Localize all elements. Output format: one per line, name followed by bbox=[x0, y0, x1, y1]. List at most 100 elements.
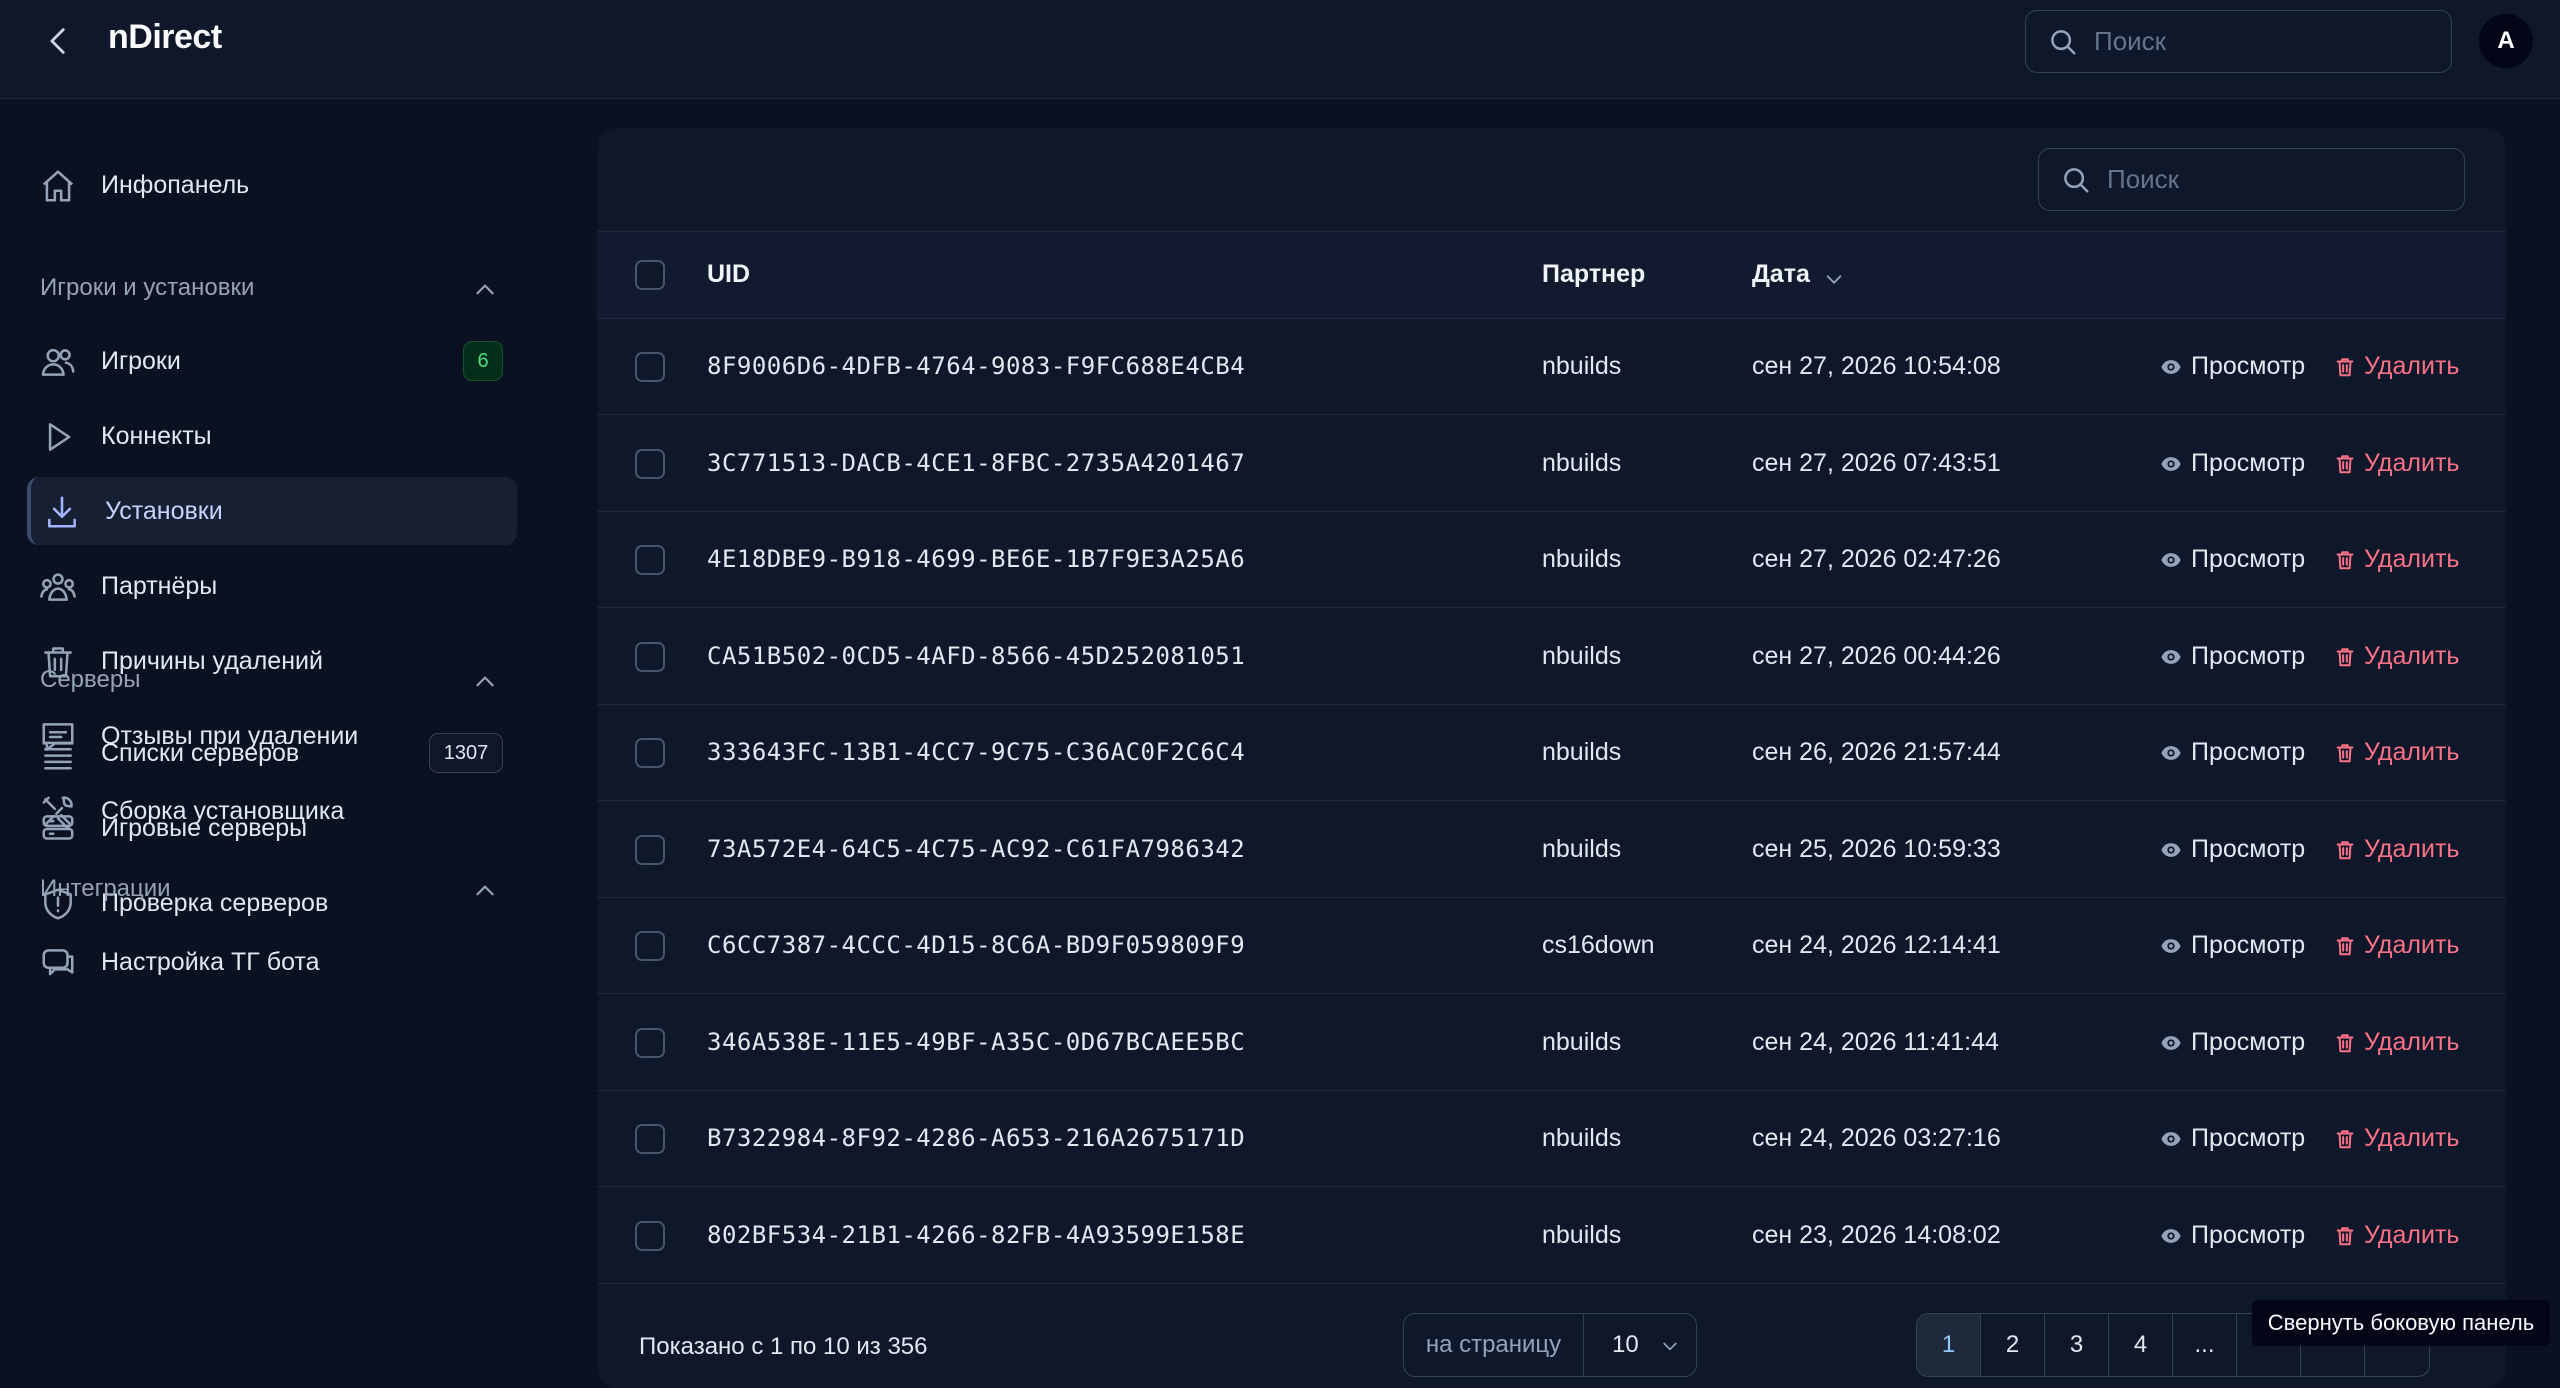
server-icon bbox=[42, 815, 74, 840]
header-search-placeholder: Поиск bbox=[2094, 26, 2167, 56]
table-row: 3C771513-DACB-4CE1-8FBC-2735A4201467 nbui… bbox=[597, 416, 2506, 512]
count-badge: 6 bbox=[463, 341, 503, 381]
delete-button-label: Удалить bbox=[2364, 641, 2460, 670]
cell-partner: nbuilds bbox=[1542, 352, 1622, 380]
row-checkbox[interactable] bbox=[635, 641, 665, 672]
column-header-uid[interactable]: UID bbox=[707, 260, 750, 289]
trash-icon bbox=[2336, 647, 2354, 666]
eye-icon bbox=[2161, 553, 2181, 567]
cell-date: сен 27, 2026 07:43:51 bbox=[1752, 448, 2001, 477]
row-checkbox[interactable] bbox=[635, 352, 665, 382]
trash-icon bbox=[2336, 744, 2354, 763]
view-button-label: Просмотр bbox=[2191, 738, 2306, 766]
collapse-sidebar-tooltip: Свернуть боковую панель bbox=[2252, 1300, 2550, 1346]
delete-button-label: Удалить bbox=[2364, 1124, 2460, 1152]
per-page-value: 10 bbox=[1612, 1331, 1639, 1358]
delete-button-label: Удалить bbox=[2364, 738, 2460, 766]
top-bar: nDirect Поиск A bbox=[0, 0, 2560, 99]
chevron-left-icon[interactable] bbox=[42, 24, 76, 58]
table-row: 333643FC-13B1-4CC7-9C75-C36AC0F2C6C4 nbui… bbox=[597, 705, 2506, 801]
header-search-input[interactable]: Поиск bbox=[2025, 10, 2452, 73]
row-checkbox[interactable] bbox=[635, 738, 665, 768]
chevron-down-icon bbox=[1663, 1342, 1677, 1351]
sidebar-section-title: Серверы bbox=[40, 666, 141, 693]
chevron-down-icon[interactable] bbox=[1823, 268, 1845, 290]
sidebar-item-label: Списки серверов bbox=[101, 739, 300, 767]
pagination-summary: Показано с 1 по 10 из 356 bbox=[639, 1333, 928, 1360]
table-row: 73A572E4-64C5-4C75-AC92-C61FA7986342 nbui… bbox=[597, 802, 2506, 898]
avatar[interactable]: A bbox=[2479, 14, 2533, 68]
view-button-label: Просмотр bbox=[2191, 352, 2306, 380]
table-row: B7322984-8F92-4286-A653-216A2675171D nbui… bbox=[597, 1091, 2506, 1187]
row-checkbox[interactable] bbox=[635, 545, 665, 575]
table-row: CA51B502-0CD5-4AFD-8566-45D252081051 nbui… bbox=[597, 609, 2506, 705]
eye-icon bbox=[2161, 939, 2181, 953]
cell-uid: 3C771513-DACB-4CE1-8FBC-2735A4201467 bbox=[707, 448, 1246, 477]
row-checkbox[interactable] bbox=[635, 1027, 665, 1058]
cell-date: сен 27, 2026 10:54:08 bbox=[1752, 352, 2001, 380]
page-button[interactable]: ... bbox=[2173, 1314, 2237, 1376]
delete-button-label: Удалить bbox=[2364, 1027, 2460, 1056]
row-checkbox[interactable] bbox=[635, 448, 665, 479]
select-all-checkbox[interactable] bbox=[635, 260, 665, 290]
eye-icon bbox=[2161, 842, 2181, 857]
cell-date: сен 24, 2026 03:27:16 bbox=[1752, 1124, 2001, 1152]
sidebar-item-0-2[interactable]: Установки bbox=[27, 477, 517, 545]
trash-icon bbox=[2336, 358, 2354, 377]
table-row: C6CC7387-4CCC-4D15-8C6A-BD9F059809F9 cs16… bbox=[597, 898, 2506, 994]
home-icon bbox=[42, 170, 74, 202]
sidebar-item-label: Партнёры bbox=[101, 572, 218, 600]
per-page-select[interactable]: на страницу 10 bbox=[1403, 1313, 1697, 1377]
sidebar-item-0-3[interactable]: Партнёры bbox=[27, 552, 517, 620]
sidebar: Инфопанель Игроки и установки Игроки 6 Конн… bbox=[0, 99, 540, 1376]
chevron-up-icon[interactable] bbox=[472, 878, 498, 904]
eye-icon bbox=[2161, 360, 2181, 374]
cell-uid: 8F9006D6-4DFB-4764-9083-F9FC688E4CB4 bbox=[707, 352, 1246, 380]
view-button-label: Просмотр bbox=[2191, 448, 2306, 477]
cell-partner: nbuilds bbox=[1542, 1220, 1622, 1249]
sidebar-item-1-0[interactable]: Списки серверов 1307 bbox=[27, 719, 517, 787]
page-button[interactable]: 3 bbox=[2045, 1314, 2109, 1376]
table-row: 346A538E-11E5-49BF-A35C-0D67BCAEE5BC nbui… bbox=[597, 995, 2506, 1091]
chevron-up-icon[interactable] bbox=[472, 277, 498, 303]
cell-date: сен 24, 2026 11:41:44 bbox=[1752, 1027, 1999, 1056]
cell-date: сен 25, 2026 10:59:33 bbox=[1752, 834, 2001, 863]
sidebar-item-2-0[interactable]: Настройка ТГ бота bbox=[27, 928, 517, 996]
play-icon bbox=[48, 423, 71, 451]
sidebar-item-0-0[interactable]: Игроки 6 bbox=[27, 327, 517, 395]
table-search-input[interactable]: Поиск bbox=[2038, 148, 2465, 211]
partners-icon bbox=[40, 573, 76, 601]
row-checkbox[interactable] bbox=[635, 1220, 665, 1251]
eye-icon bbox=[2161, 1132, 2181, 1146]
cell-date: сен 26, 2026 21:57:44 bbox=[1752, 738, 2001, 766]
page-button[interactable]: 2 bbox=[1981, 1314, 2045, 1376]
row-checkbox[interactable] bbox=[635, 1124, 665, 1154]
sidebar-item-dashboard[interactable]: Инфопанель bbox=[27, 151, 517, 219]
delete-button-label: Удалить bbox=[2364, 545, 2460, 573]
row-checkbox[interactable] bbox=[635, 834, 665, 865]
view-button-label: Просмотр bbox=[2191, 931, 2306, 959]
page-button[interactable]: 4 bbox=[2109, 1314, 2173, 1376]
row-checkbox[interactable] bbox=[635, 931, 665, 961]
cell-uid: C6CC7387-4CCC-4D15-8C6A-BD9F059809F9 bbox=[707, 931, 1246, 959]
cell-date: сен 24, 2026 12:14:41 bbox=[1752, 931, 2001, 959]
chevron-up-icon[interactable] bbox=[472, 669, 498, 695]
download-icon bbox=[48, 496, 76, 528]
cell-uid: 4E18DBE9-B918-4699-BE6E-1B7F9E3A25A6 bbox=[707, 545, 1246, 573]
trash-icon bbox=[2336, 551, 2354, 570]
sidebar-item-label: Игровые серверы bbox=[101, 814, 308, 842]
sidebar-item-0-1[interactable]: Коннекты bbox=[27, 402, 517, 470]
trash-icon bbox=[2336, 1130, 2354, 1149]
sidebar-item-1-1[interactable]: Игровые серверы bbox=[27, 794, 517, 862]
delete-button-label: Удалить bbox=[2364, 448, 2460, 477]
column-header-date[interactable]: Дата bbox=[1752, 260, 1810, 289]
sidebar-section-title: Интеграции bbox=[40, 875, 171, 902]
cell-uid: 73A572E4-64C5-4C75-AC92-C61FA7986342 bbox=[707, 834, 1246, 863]
eye-icon bbox=[2161, 746, 2181, 760]
column-header-partner[interactable]: Партнер bbox=[1542, 260, 1645, 289]
cell-uid: 346A538E-11E5-49BF-A35C-0D67BCAEE5BC bbox=[707, 1027, 1246, 1056]
chat-icon bbox=[42, 949, 74, 976]
page-button[interactable]: 1 bbox=[1917, 1314, 1981, 1376]
trash-icon bbox=[2336, 1226, 2354, 1245]
count-badge: 1307 bbox=[429, 733, 503, 773]
